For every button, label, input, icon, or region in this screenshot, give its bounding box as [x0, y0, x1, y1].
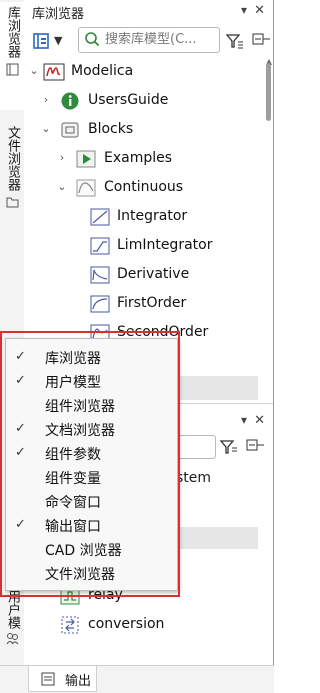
menu-item-cad-browser[interactable]: CAD 浏览器 — [6, 537, 177, 561]
tab-user-models-label: 用户模 — [5, 590, 20, 629]
menu-item-label: CAD 浏览器 — [45, 543, 122, 559]
tab-output-label: 输出 — [65, 674, 92, 689]
limintegrator-icon — [90, 236, 110, 256]
tree-item-integrator[interactable]: Integrator — [24, 203, 261, 232]
menu-item-output-window[interactable]: ✓ 输出窗口 — [6, 513, 177, 537]
panel-menu-icon[interactable]: ▾ — [241, 3, 247, 17]
firstorder-icon — [90, 294, 110, 314]
tree-item-blocks[interactable]: ⌄ Blocks — [24, 116, 261, 145]
horizontal-scrollbar-track[interactable] — [174, 376, 258, 400]
menu-item-document-browser[interactable]: ✓ 文档浏览器 — [6, 417, 177, 441]
tree-item-firstorder[interactable]: FirstOrder — [24, 290, 261, 319]
filter-icon[interactable] — [225, 31, 245, 51]
chevron-down-icon[interactable]: ⌄ — [28, 65, 40, 77]
tab-file-browser[interactable]: 文件浏览器 — [0, 118, 24, 228]
tree-item-examples[interactable]: › Examples — [24, 145, 261, 174]
close-icon[interactable]: ✕ — [254, 413, 265, 428]
derivative-icon — [90, 265, 110, 285]
chevron-down-icon[interactable]: ⌄ — [56, 181, 68, 193]
tree-item-conversion[interactable]: conversion — [24, 611, 273, 640]
integrator-icon — [90, 207, 110, 227]
scrollbar-thumb[interactable] — [266, 63, 271, 121]
tree-label: Examples — [104, 150, 173, 166]
panel-menu-icon[interactable]: ▾ — [241, 413, 247, 427]
check-icon: ✓ — [15, 349, 26, 364]
tree-item-usersguide[interactable]: › UsersGuide — [24, 87, 261, 116]
tree-label: Integrator — [117, 208, 188, 224]
tree-label-partial: stem — [176, 470, 212, 486]
tree-label: conversion — [88, 616, 165, 632]
tree-item-modelica[interactable]: ⌄ Modelica — [24, 58, 261, 87]
chevron-down-icon[interactable]: ▼ — [54, 31, 74, 51]
tree-item-derivative[interactable]: Derivative — [24, 261, 261, 290]
check-icon: ✓ — [15, 421, 26, 436]
menu-item-label: 文件浏览器 — [45, 567, 115, 583]
menu-item-label: 文档浏览器 — [45, 423, 115, 439]
library-browser-panel: 库浏览器 ▾ ✕ ▼ ⌄ Modelica › — [24, 0, 273, 400]
info-icon — [60, 91, 80, 111]
menu-item-user-models[interactable]: ✓ 用户模型 — [6, 369, 177, 393]
tab-file-browser-label: 文件浏览器 — [5, 126, 20, 191]
close-icon[interactable]: ✕ — [254, 3, 265, 18]
menu-item-component-browser[interactable]: 组件浏览器 — [6, 393, 177, 417]
output-icon — [41, 671, 55, 690]
tree-item-continuous[interactable]: ⌄ Continuous — [24, 174, 261, 203]
library-toolbar: ▼ — [30, 27, 270, 55]
tree-item-limintegrator[interactable]: LimIntegrator — [24, 232, 261, 261]
check-icon: ✓ — [15, 373, 26, 388]
bottom-tab-bar: 输出 — [0, 665, 274, 693]
tree-label: UsersGuide — [88, 92, 169, 108]
search-input[interactable] — [105, 30, 213, 48]
menu-item-file-browser[interactable]: 文件浏览器 — [6, 561, 177, 585]
search-box[interactable] — [78, 27, 220, 53]
menu-item-label: 组件变量 — [45, 471, 101, 487]
panels-context-menu: ✓ 库浏览器 ✓ 用户模型 组件浏览器 ✓ 文档浏览器 ✓ 组件参数 组件变量 … — [5, 338, 178, 591]
chevron-right-icon[interactable]: › — [40, 94, 52, 106]
filter-icon[interactable] — [219, 437, 239, 461]
blocks-package-icon — [60, 120, 80, 140]
tab-library-browser[interactable]: 库浏览器 — [0, 2, 26, 110]
library-browser-icon — [5, 62, 19, 76]
menu-item-component-parameters[interactable]: ✓ 组件参数 — [6, 441, 177, 465]
tree-label: Derivative — [117, 266, 190, 282]
menu-item-label: 组件参数 — [45, 447, 101, 463]
panel-title: 库浏览器 — [32, 7, 85, 22]
chevron-right-icon[interactable]: › — [56, 152, 68, 164]
conversion-icon — [60, 615, 80, 635]
menu-item-component-variables[interactable]: 组件变量 — [6, 465, 177, 489]
menu-item-label: 组件浏览器 — [45, 399, 115, 415]
menu-item-library-browser[interactable]: ✓ 库浏览器 — [6, 345, 177, 369]
search-icon — [84, 31, 100, 51]
menu-item-label: 输出窗口 — [45, 519, 101, 535]
continuous-icon — [76, 178, 96, 198]
tab-output[interactable]: 输出 — [28, 666, 97, 692]
tree-label: LimIntegrator — [117, 237, 213, 253]
folder-icon — [5, 195, 19, 209]
check-icon: ✓ — [15, 445, 26, 460]
menu-item-label: 库浏览器 — [45, 351, 101, 367]
tree-label: Modelica — [71, 63, 134, 79]
menu-item-label: 用户模型 — [45, 375, 101, 391]
collapse-all-icon[interactable] — [244, 437, 264, 461]
tab-library-browser-label: 库浏览器 — [5, 6, 20, 58]
user-models-icon — [5, 631, 19, 645]
modelica-icon — [43, 62, 65, 82]
collapse-all-icon[interactable] — [250, 31, 270, 51]
check-icon: ✓ — [15, 517, 26, 532]
chevron-down-icon[interactable]: ⌄ — [40, 123, 52, 135]
tree-label: Blocks — [88, 121, 134, 137]
selected-row-highlight[interactable] — [174, 527, 258, 549]
tree-label: FirstOrder — [117, 295, 187, 311]
tree-label: Continuous — [104, 179, 184, 195]
play-icon — [76, 149, 96, 169]
menu-item-command-window[interactable]: 命令窗口 — [6, 489, 177, 513]
library-view-icon[interactable] — [32, 31, 52, 51]
menu-item-label: 命令窗口 — [45, 495, 101, 511]
